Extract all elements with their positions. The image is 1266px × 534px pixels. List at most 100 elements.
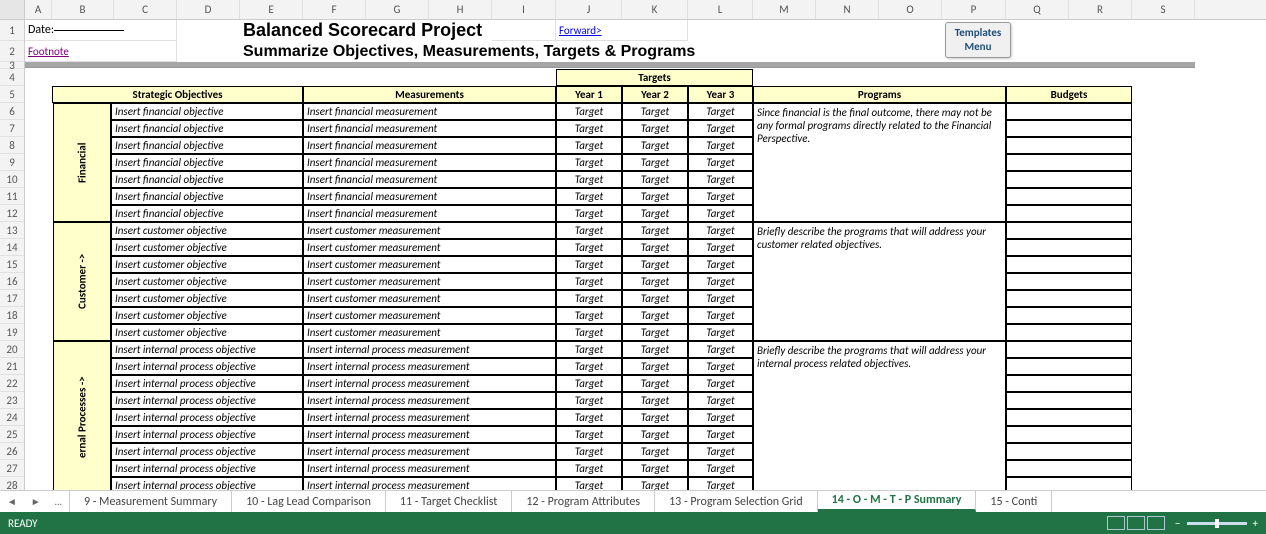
target-year3-cell[interactable]: Target xyxy=(688,392,753,409)
target-year1-cell[interactable]: Target xyxy=(556,239,622,256)
target-year2-cell[interactable]: Target xyxy=(622,120,688,137)
measurement-cell[interactable]: Insert customer measurement xyxy=(303,324,556,341)
templates-menu-button[interactable]: Templates Menu xyxy=(945,22,1011,58)
tab-nav-more-icon[interactable]: ... xyxy=(54,495,62,508)
col-header-Q[interactable]: Q xyxy=(1006,0,1069,19)
select-all-corner[interactable] xyxy=(0,0,25,19)
measurement-cell[interactable]: Insert financial measurement xyxy=(303,188,556,205)
row-header-21[interactable]: 21 xyxy=(0,358,24,375)
row-header-4[interactable]: 4 xyxy=(0,69,24,86)
target-year3-cell[interactable]: Target xyxy=(688,341,753,358)
objective-cell[interactable]: Insert financial objective xyxy=(111,120,303,137)
page-break-view-icon[interactable] xyxy=(1147,516,1165,530)
objective-cell[interactable]: Insert customer objective xyxy=(111,324,303,341)
row-header-13[interactable]: 13 xyxy=(0,222,24,239)
zoom-in-button[interactable]: + xyxy=(1253,517,1258,530)
col-header-D[interactable]: D xyxy=(177,0,240,19)
measurement-cell[interactable]: Insert internal process measurement xyxy=(303,409,556,426)
target-year3-cell[interactable]: Target xyxy=(688,171,753,188)
programs-note[interactable]: Briefly describe the programs that will … xyxy=(753,222,1006,341)
target-year1-cell[interactable]: Target xyxy=(556,256,622,273)
target-year3-cell[interactable]: Target xyxy=(688,460,753,477)
objective-cell[interactable]: Insert customer objective xyxy=(111,222,303,239)
row-header-24[interactable]: 24 xyxy=(0,409,24,426)
objective-cell[interactable]: Insert internal process objective xyxy=(111,341,303,358)
target-year3-cell[interactable]: Target xyxy=(688,103,753,120)
budget-cell[interactable] xyxy=(1006,341,1132,358)
objective-cell[interactable]: Insert financial objective xyxy=(111,154,303,171)
row-header-14[interactable]: 14 xyxy=(0,239,24,256)
target-year1-cell[interactable]: Target xyxy=(556,477,622,490)
date-label-cell[interactable]: Date: xyxy=(25,20,177,41)
col-header-I[interactable]: I xyxy=(492,0,556,19)
budget-cell[interactable] xyxy=(1006,171,1132,188)
measurement-cell[interactable]: Insert customer measurement xyxy=(303,307,556,324)
measurement-cell[interactable]: Insert internal process measurement xyxy=(303,443,556,460)
objective-cell[interactable]: Insert financial objective xyxy=(111,188,303,205)
budget-cell[interactable] xyxy=(1006,426,1132,443)
col-header-E[interactable]: E xyxy=(240,0,303,19)
sheet-tab[interactable]: 15 - Conti xyxy=(976,491,1052,512)
target-year2-cell[interactable]: Target xyxy=(622,273,688,290)
target-year2-cell[interactable]: Target xyxy=(622,137,688,154)
objective-cell[interactable]: Insert customer objective xyxy=(111,290,303,307)
row-header-16[interactable]: 16 xyxy=(0,273,24,290)
sheet-tab[interactable]: 14 - O - M - T - P Summary xyxy=(818,491,977,512)
programs-note[interactable]: Since financial is the final outcome, th… xyxy=(753,103,1006,222)
target-year2-cell[interactable]: Target xyxy=(622,222,688,239)
row-header-10[interactable]: 10 xyxy=(0,171,24,188)
target-year3-cell[interactable]: Target xyxy=(688,137,753,154)
target-year2-cell[interactable]: Target xyxy=(622,443,688,460)
target-year1-cell[interactable]: Target xyxy=(556,137,622,154)
objective-cell[interactable]: Insert internal process objective xyxy=(111,375,303,392)
target-year1-cell[interactable]: Target xyxy=(556,426,622,443)
objective-cell[interactable]: Insert customer objective xyxy=(111,239,303,256)
budget-cell[interactable] xyxy=(1006,239,1132,256)
target-year2-cell[interactable]: Target xyxy=(622,460,688,477)
objective-cell[interactable]: Insert internal process objective xyxy=(111,460,303,477)
measurement-cell[interactable]: Insert customer measurement xyxy=(303,290,556,307)
measurement-cell[interactable]: Insert financial measurement xyxy=(303,171,556,188)
target-year1-cell[interactable]: Target xyxy=(556,341,622,358)
target-year1-cell[interactable]: Target xyxy=(556,358,622,375)
col-header-P[interactable]: P xyxy=(942,0,1006,19)
normal-view-icon[interactable] xyxy=(1107,516,1125,530)
col-header-M[interactable]: M xyxy=(753,0,816,19)
target-year1-cell[interactable]: Target xyxy=(556,273,622,290)
target-year2-cell[interactable]: Target xyxy=(622,392,688,409)
objective-cell[interactable]: Insert financial objective xyxy=(111,103,303,120)
measurement-cell[interactable]: Insert internal process measurement xyxy=(303,426,556,443)
target-year3-cell[interactable]: Target xyxy=(688,205,753,222)
target-year1-cell[interactable]: Target xyxy=(556,307,622,324)
sheet-tab[interactable]: 12 - Program Attributes xyxy=(512,491,655,512)
objective-cell[interactable]: Insert internal process objective xyxy=(111,392,303,409)
row-header-19[interactable]: 19 xyxy=(0,324,24,341)
budget-cell[interactable] xyxy=(1006,307,1132,324)
programs-note[interactable]: Briefly describe the programs that will … xyxy=(753,341,1006,490)
objective-cell[interactable]: Insert internal process objective xyxy=(111,358,303,375)
row-header-15[interactable]: 15 xyxy=(0,256,24,273)
budget-cell[interactable] xyxy=(1006,290,1132,307)
row-header-27[interactable]: 27 xyxy=(0,460,24,477)
footnote-link[interactable]: Footnote xyxy=(25,41,177,62)
target-year2-cell[interactable]: Target xyxy=(622,307,688,324)
measurement-cell[interactable]: Insert customer measurement xyxy=(303,256,556,273)
sheet-tab[interactable]: 13 - Program Selection Grid xyxy=(655,491,818,512)
col-header-K[interactable]: K xyxy=(622,0,688,19)
target-year2-cell[interactable]: Target xyxy=(622,290,688,307)
budget-cell[interactable] xyxy=(1006,324,1132,341)
objective-cell[interactable]: Insert internal process objective xyxy=(111,443,303,460)
forward-link[interactable]: Forward> xyxy=(556,20,688,41)
target-year2-cell[interactable]: Target xyxy=(622,171,688,188)
row-header-8[interactable]: 8 xyxy=(0,137,24,154)
target-year3-cell[interactable]: Target xyxy=(688,375,753,392)
budget-cell[interactable] xyxy=(1006,460,1132,477)
col-header-N[interactable]: N xyxy=(816,0,879,19)
target-year2-cell[interactable]: Target xyxy=(622,324,688,341)
target-year2-cell[interactable]: Target xyxy=(622,426,688,443)
row-header-26[interactable]: 26 xyxy=(0,443,24,460)
col-header-L[interactable]: L xyxy=(688,0,753,19)
col-header-F[interactable]: F xyxy=(303,0,366,19)
target-year1-cell[interactable]: Target xyxy=(556,120,622,137)
target-year3-cell[interactable]: Target xyxy=(688,324,753,341)
